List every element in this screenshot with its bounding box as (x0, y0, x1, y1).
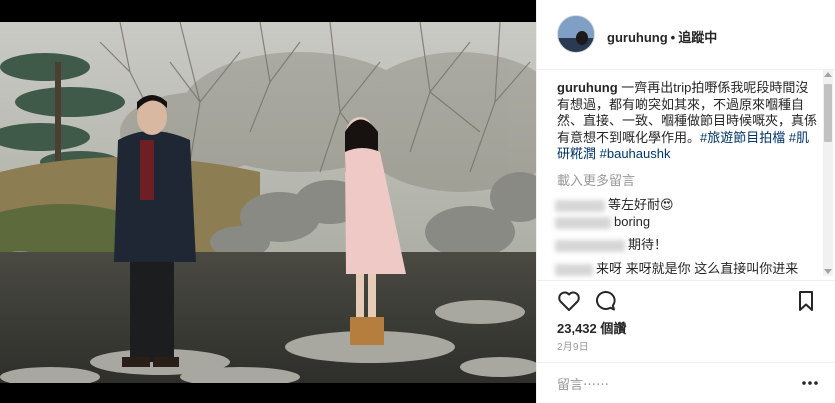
avatar-image (558, 16, 594, 52)
add-comment-section (537, 362, 835, 403)
scroll-down-arrow-icon[interactable] (824, 269, 832, 274)
heart-icon[interactable] (557, 289, 581, 313)
likes-count[interactable]: 23,432 個讚 (557, 318, 626, 337)
caption-username[interactable]: guruhung (557, 80, 618, 95)
comments-scrollbar[interactable] (823, 70, 833, 276)
comment-item: boring (555, 214, 650, 229)
post-side-panel: guruhung • 追蹤中 guruhung 一齊再出trip拍嘢係我呢段時間沒有… (536, 0, 835, 403)
bookmark-icon[interactable] (794, 289, 818, 313)
comments-list: guruhung 一齊再出trip拍嘢係我呢段時間沒有想過，都有啲突如其來，不過… (537, 70, 835, 280)
post-actions: 23,432 個讚 2月9日 (537, 280, 835, 370)
following-button[interactable]: 追蹤中 (678, 30, 717, 45)
comment-text: boring (614, 214, 651, 229)
redacted-username (555, 239, 625, 252)
scroll-thumb[interactable] (824, 84, 832, 142)
ellipsis-icon[interactable] (800, 375, 820, 391)
comment-text: 期待！ (628, 237, 668, 252)
comment-item: 来呀 来呀就是你 这么直接叫你进来 (555, 258, 798, 277)
header-username[interactable]: guruhung (607, 30, 668, 45)
scroll-up-arrow-icon[interactable] (824, 72, 832, 77)
avatar[interactable] (557, 15, 595, 53)
redacted-username (555, 263, 593, 276)
speech-bubble-icon[interactable] (593, 289, 617, 313)
caption-hashtag[interactable]: #bauhaushk (600, 146, 671, 161)
comment-input[interactable] (557, 374, 787, 394)
load-more-comments-link[interactable]: 載入更多留言 (557, 170, 635, 189)
comment-item: 等左好耐😍 (555, 194, 674, 213)
comment-text: 等左好耐😍 (608, 197, 674, 212)
redacted-username (555, 199, 605, 212)
caption-hashtag[interactable]: #旅遊節目拍檔 (700, 130, 785, 145)
post-header: guruhung • 追蹤中 (537, 0, 835, 70)
instagram-post-modal: guruhung • 追蹤中 guruhung 一齊再出trip拍嘢係我呢段時間沒有… (0, 0, 835, 403)
redacted-username (555, 216, 611, 229)
post-caption: guruhung 一齊再出trip拍嘢係我呢段時間沒有想過，都有啲突如其來，不過… (557, 80, 819, 163)
post-photo[interactable] (0, 22, 536, 383)
header-separator: • (670, 30, 676, 45)
post-photo-illustration (0, 22, 536, 383)
post-date: 2月9日 (557, 342, 589, 353)
comment-text: 来呀 来呀就是你 这么直接叫你进来 (596, 261, 799, 276)
comment-item: 期待！ (555, 234, 667, 253)
